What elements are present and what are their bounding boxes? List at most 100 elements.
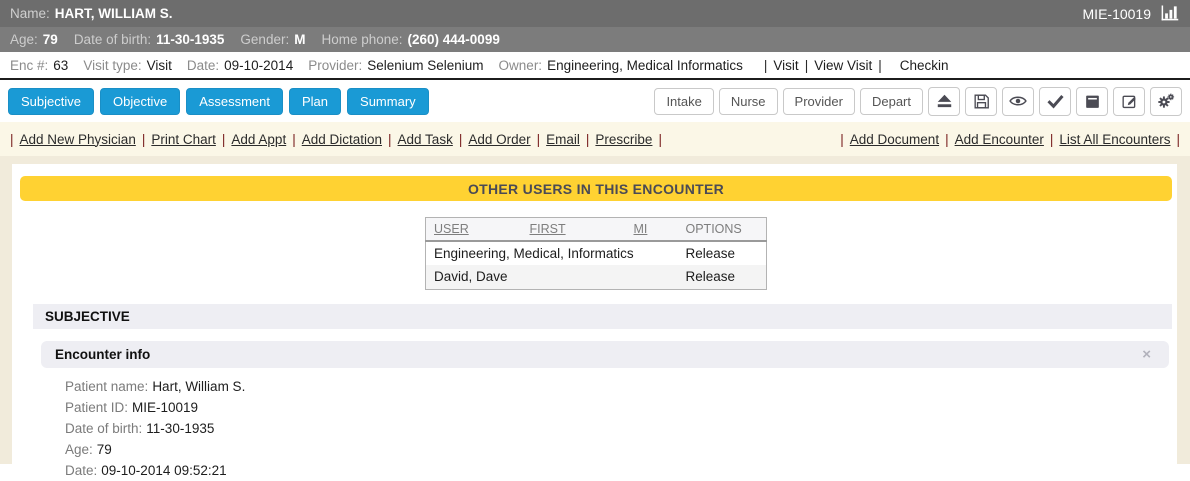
release-action[interactable]: Release <box>678 241 767 265</box>
separator: | <box>537 132 541 147</box>
settings-button[interactable] <box>1150 87 1182 116</box>
patient-name-bar: Name: HART, WILLIAM S. MIE-10019 <box>0 0 1190 27</box>
check-icon <box>1046 92 1065 111</box>
separator: | <box>1176 132 1180 147</box>
separator: | <box>805 58 809 73</box>
owner-label: Owner: <box>499 58 543 73</box>
link-add-encounter[interactable]: Add Encounter <box>955 132 1044 147</box>
encounter-bar: Enc #: 63 Visit type: Visit Date: 09-10-… <box>0 52 1190 80</box>
encounter-panel: OTHER USERS IN THIS ENCOUNTER USER FIRST… <box>12 164 1177 464</box>
visit-type-value: Visit <box>147 58 172 73</box>
plan-button[interactable]: Plan <box>289 88 341 115</box>
enc-number-value: 63 <box>53 58 68 73</box>
encounter-info-card-header: Encounter info × <box>41 341 1169 368</box>
field-row: Patient ID:MIE-10019 <box>65 397 1172 418</box>
sort-mi-header[interactable]: MI <box>634 222 648 236</box>
enc-number-label: Enc #: <box>10 58 48 73</box>
age-label: Age: <box>10 32 38 47</box>
dob-field-label: Date of birth: <box>65 421 142 436</box>
close-icon[interactable]: × <box>1142 347 1151 362</box>
field-row: Patient name:Hart, William S. <box>65 376 1172 397</box>
home-phone-value: (260) 444-0099 <box>408 32 500 47</box>
patient-id-value: MIE-10019 <box>1083 6 1151 22</box>
provider-label: Provider: <box>308 58 362 73</box>
age-field-value: 79 <box>97 442 112 457</box>
sort-first-header[interactable]: FIRST <box>530 222 566 236</box>
gender-value: M <box>294 32 305 47</box>
eject-button[interactable] <box>928 87 960 116</box>
link-add-dictation[interactable]: Add Dictation <box>302 132 382 147</box>
separator: | <box>945 132 949 147</box>
toolbar: Subjective Objective Assessment Plan Sum… <box>0 80 1190 122</box>
encounter-users-table: USER FIRST MI OPTIONS Engineering, Medic… <box>425 217 767 290</box>
date-field-label: Date: <box>65 463 97 478</box>
preview-button[interactable] <box>1002 87 1034 116</box>
enc-date-value: 09-10-2014 <box>224 58 293 73</box>
age-field-label: Age: <box>65 442 93 457</box>
separator: | <box>840 132 844 147</box>
age-value: 79 <box>43 32 58 47</box>
table-row: David, Dave Release <box>426 265 767 289</box>
patient-name-value: HART, WILLIAM S. <box>55 6 173 21</box>
field-row: Age: 79 <box>65 439 1172 460</box>
link-add-order[interactable]: Add Order <box>468 132 530 147</box>
banner-title: OTHER USERS IN THIS ENCOUNTER <box>468 181 724 197</box>
separator: | <box>1050 132 1054 147</box>
field-row: Date of birth:11-30-1935 <box>65 418 1172 439</box>
intake-button[interactable]: Intake <box>654 88 713 115</box>
summary-button[interactable]: Summary <box>347 88 429 115</box>
link-add-document[interactable]: Add Document <box>850 132 939 147</box>
options-header: OPTIONS <box>678 218 767 242</box>
objective-button[interactable]: Objective <box>100 88 180 115</box>
enc-date-label: Date: <box>187 58 219 73</box>
link-add-appt[interactable]: Add Appt <box>231 132 286 147</box>
separator: | <box>878 58 882 73</box>
visit-type-label: Visit type: <box>83 58 141 73</box>
assessment-button[interactable]: Assessment <box>186 88 283 115</box>
edit-icon <box>1120 92 1139 111</box>
depart-button[interactable]: Depart <box>860 88 923 115</box>
provider-button[interactable]: Provider <box>783 88 855 115</box>
eject-icon <box>935 92 954 111</box>
sort-user-header[interactable]: USER <box>434 222 469 236</box>
quick-links-bar: | Add New Physician | Print Chart | Add … <box>0 122 1190 156</box>
eye-icon <box>1008 91 1028 111</box>
archive-icon <box>1083 92 1102 111</box>
separator: | <box>142 132 146 147</box>
user-name-cell: Engineering, Medical, Informatics <box>426 241 678 265</box>
patient-name-field-value: Hart, William S. <box>152 379 245 394</box>
link-add-new-physician[interactable]: Add New Physician <box>20 132 136 147</box>
link-print-chart[interactable]: Print Chart <box>151 132 216 147</box>
other-users-banner: OTHER USERS IN THIS ENCOUNTER <box>20 176 1172 201</box>
link-add-task[interactable]: Add Task <box>398 132 453 147</box>
visit-link[interactable]: Visit <box>773 58 798 73</box>
archive-button[interactable] <box>1076 87 1108 116</box>
user-name-cell: David, Dave <box>426 265 678 289</box>
separator: | <box>10 132 14 147</box>
link-email[interactable]: Email <box>546 132 580 147</box>
demographics-bar: Age: 79 Date of birth: 11-30-1935 Gender… <box>0 27 1190 52</box>
edit-button[interactable] <box>1113 87 1145 116</box>
subjective-section-header: SUBJECTIVE <box>33 304 1172 329</box>
save-button[interactable] <box>965 87 997 116</box>
release-action[interactable]: Release <box>678 265 767 289</box>
separator: | <box>764 58 768 73</box>
card-title: Encounter info <box>55 347 150 362</box>
link-list-all-encounters[interactable]: List All Encounters <box>1059 132 1170 147</box>
owner-value: Engineering, Medical Informatics <box>547 58 743 73</box>
field-row: Date:09-10-2014 09:52:21 <box>65 460 1172 481</box>
nurse-button[interactable]: Nurse <box>719 88 778 115</box>
separator: | <box>292 132 296 147</box>
subjective-button[interactable]: Subjective <box>8 88 94 115</box>
separator: | <box>459 132 463 147</box>
separator: | <box>222 132 226 147</box>
sign-button[interactable] <box>1039 87 1071 116</box>
view-visit-link[interactable]: View Visit <box>814 58 872 73</box>
settings-gears-icon <box>1156 91 1176 111</box>
link-prescribe[interactable]: Prescribe <box>595 132 652 147</box>
separator: | <box>388 132 392 147</box>
section-title: SUBJECTIVE <box>45 309 130 324</box>
dob-value: 11-30-1935 <box>156 32 224 47</box>
bar-chart-icon[interactable] <box>1159 2 1180 26</box>
checkin-link[interactable]: Checkin <box>900 58 949 73</box>
